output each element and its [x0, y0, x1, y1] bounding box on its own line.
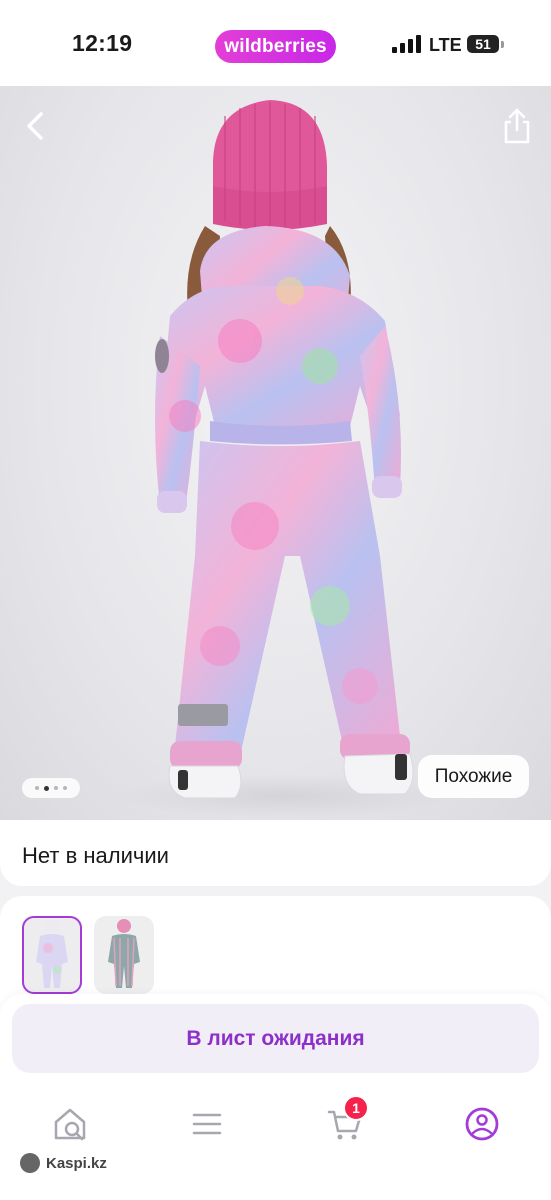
home-search-icon[interactable] — [50, 1104, 90, 1144]
pagination-dot[interactable] — [63, 786, 67, 790]
variant-thumbnail-selected[interactable] — [22, 916, 82, 994]
gallery-pagination[interactable] — [22, 778, 80, 798]
share-icon[interactable] — [498, 106, 536, 146]
add-to-waitlist-button[interactable]: В лист ожидания — [12, 1004, 539, 1073]
kaspi-logo-icon — [20, 1153, 40, 1173]
pagination-dot[interactable] — [35, 786, 39, 790]
variant-image — [36, 920, 68, 988]
back-chevron-icon[interactable] — [18, 108, 54, 144]
status-time: 12:19 — [72, 30, 133, 56]
app-badge[interactable]: wildberries — [215, 30, 336, 63]
catalog-menu-icon[interactable] — [187, 1104, 227, 1144]
status-bar: 12:19 wildberries LTE 51 — [0, 0, 551, 86]
bottom-navigation — [0, 1090, 551, 1200]
similar-button[interactable]: Похожие — [418, 755, 529, 798]
product-photo — [115, 100, 455, 818]
cart-count-badge: 1 — [343, 1095, 369, 1121]
pagination-dot-active[interactable] — [44, 785, 49, 791]
action-bar: В лист ожидания — [0, 994, 551, 1090]
battery-tip — [501, 41, 504, 48]
availability-status: Нет в наличии — [22, 843, 169, 868]
kaspi-watermark: Kaspi.kz — [20, 1153, 107, 1173]
pagination-dot[interactable] — [54, 786, 58, 790]
signal-icon — [392, 35, 421, 53]
network-type: LTE — [429, 35, 462, 55]
product-gallery[interactable]: Похожие — [0, 86, 551, 822]
profile-icon[interactable] — [462, 1104, 502, 1144]
kaspi-label: Kaspi.kz — [46, 1154, 107, 1172]
availability-card: Нет в наличии — [0, 820, 551, 886]
variant-thumbnail[interactable] — [94, 916, 154, 994]
battery-indicator: 51 — [467, 35, 499, 53]
variant-image — [108, 919, 140, 988]
